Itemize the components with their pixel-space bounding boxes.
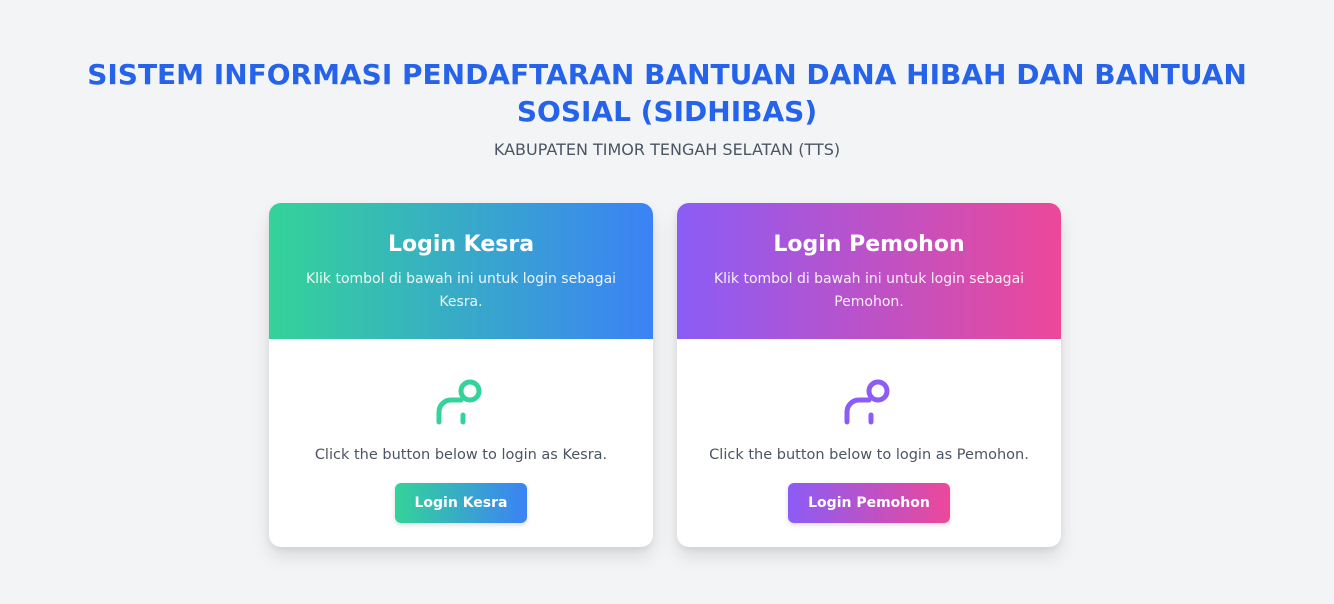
kesra-login-card: Login Kesra Klik tombol di bawah ini unt… bbox=[269, 203, 653, 547]
pemohon-card-body: Click the button below to login as Pemoh… bbox=[677, 339, 1061, 547]
login-kesra-button[interactable]: Login Kesra bbox=[395, 483, 527, 523]
pemohon-card-title: Login Pemohon bbox=[773, 232, 965, 257]
page-title: SISTEM INFORMASI PENDAFTARAN BANTUAN DAN… bbox=[87, 58, 1247, 128]
login-page: SISTEM INFORMASI PENDAFTARAN BANTUAN DAN… bbox=[0, 0, 1334, 604]
kesra-card-description: Klik tombol di bawah ini untuk login seb… bbox=[305, 271, 617, 310]
kesra-card-body-text: Click the button below to login as Kesra… bbox=[314, 447, 608, 463]
pemohon-card-header: Login Pemohon Klik tombol di bawah ini u… bbox=[677, 203, 1061, 339]
login-pemohon-button[interactable]: Login Pemohon bbox=[788, 483, 950, 523]
kesra-card-body: Click the button below to login as Kesra… bbox=[269, 339, 653, 547]
pemohon-login-card: Login Pemohon Klik tombol di bawah ini u… bbox=[677, 203, 1061, 547]
pemohon-card-description: Klik tombol di bawah ini untuk login seb… bbox=[713, 271, 1025, 310]
user-icon bbox=[436, 379, 482, 425]
page-subtitle: KABUPATEN TIMOR TENGAH SELATAN (TTS) bbox=[493, 140, 841, 159]
kesra-card-header: Login Kesra Klik tombol di bawah ini unt… bbox=[269, 203, 653, 339]
kesra-card-title: Login Kesra bbox=[387, 232, 535, 257]
user-icon bbox=[844, 379, 890, 425]
pemohon-card-body-text: Click the button below to login as Pemoh… bbox=[709, 447, 1029, 463]
